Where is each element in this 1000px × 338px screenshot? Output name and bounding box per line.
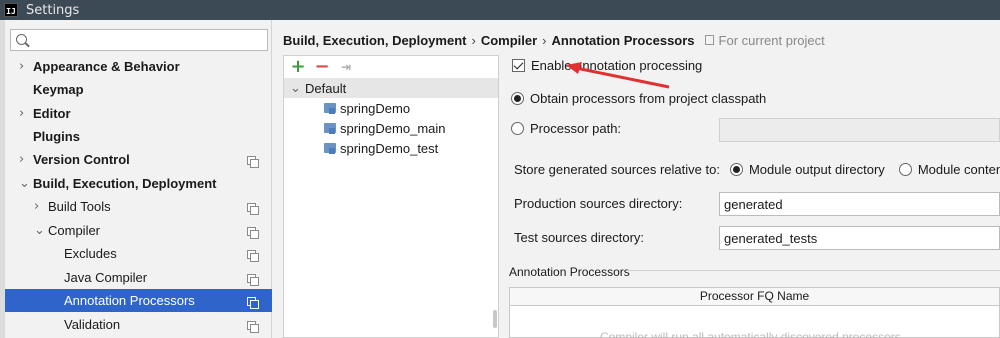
sidebar-item-label: Build, Execution, Deployment [33, 176, 217, 191]
project-scope-icon [247, 295, 259, 309]
project-scope-icon [247, 154, 259, 168]
table-empty-text: Compiler will run all automatically disc… [600, 330, 901, 338]
option-label: Module output directory [748, 162, 885, 177]
option-label: Module content [917, 162, 1000, 177]
sidebar-item-label: Build Tools [48, 199, 111, 214]
breadcrumb-part: Compiler [480, 32, 538, 48]
settings-search-input[interactable] [10, 29, 268, 51]
add-icon[interactable]: + [290, 58, 306, 76]
sidebar-item-plugins[interactable]: Plugins [5, 125, 272, 148]
sidebar-item-label: Appearance & Behavior [33, 59, 180, 74]
processor-path-radio[interactable] [511, 122, 524, 135]
module-folder-icon [324, 103, 336, 114]
store-relative-row: Store generated sources relative to: Mod… [514, 162, 1000, 177]
profile-default[interactable]: ⌄ Default [284, 78, 498, 98]
sidebar-item-java-compiler[interactable]: Java Compiler [5, 266, 272, 289]
window-title: Settings [26, 2, 80, 18]
sidebar-item-keymap[interactable]: Keymap [5, 78, 272, 101]
module-label: springDemo [340, 100, 411, 116]
processor-profiles-panel: + − ⇥ ⌄ Default springDemo springDemo_ma… [283, 55, 499, 338]
profile-label: Default [305, 80, 347, 96]
enable-annotation-processing-checkbox[interactable] [512, 59, 525, 72]
obtain-from-classpath-option[interactable]: Obtain processors from project classpath [511, 91, 766, 106]
breadcrumb-part: Build, Execution, Deployment [283, 32, 467, 48]
obtain-from-classpath-radio[interactable] [511, 92, 524, 105]
page-title: Annotation Processors [551, 32, 695, 48]
breadcrumb-separator: › [542, 32, 547, 48]
option-label: Obtain processors from project classpath [530, 91, 767, 106]
chevron-down-icon[interactable]: ⌄ [19, 176, 30, 191]
processor-path-option[interactable]: Processor path: [511, 121, 621, 136]
test-sources-field[interactable]: generated_tests [719, 226, 1000, 250]
sidebar-item-version-control[interactable]: › Version Control [5, 148, 272, 171]
module-item[interactable]: springDemo_main [284, 118, 498, 138]
option-label: Processor path: [530, 121, 622, 136]
sidebar-item-annotation-processors[interactable]: Annotation Processors [5, 289, 272, 312]
move-to-icon[interactable]: ⇥ [338, 59, 354, 75]
title-bar: IJ Settings [0, 0, 1000, 20]
sidebar-item-label: Version Control [33, 152, 130, 167]
sidebar-item-label: Annotation Processors [64, 293, 195, 308]
profiles-toolbar: + − ⇥ [284, 56, 498, 78]
chevron-down-icon[interactable]: ⌄ [34, 223, 45, 238]
project-scope-icon [247, 319, 259, 333]
section-divider [627, 270, 1000, 271]
module-folder-icon [324, 123, 336, 134]
scope-label: For current project [718, 32, 825, 48]
chevron-right-icon[interactable]: › [19, 59, 24, 74]
sidebar-item-excludes[interactable]: Excludes [5, 242, 272, 265]
sidebar-item-validation[interactable]: Validation [5, 313, 272, 336]
sidebar-item-label: Java Compiler [64, 270, 148, 285]
sidebar-item-appearance-behavior[interactable]: › Appearance & Behavior [5, 55, 272, 78]
project-scope-icon [704, 35, 714, 45]
chevron-down-icon[interactable]: ⌄ [290, 81, 301, 96]
section-title: Annotation Processors [509, 265, 630, 279]
annotation-arrow-icon [566, 62, 670, 89]
breadcrumb-separator: › [471, 32, 476, 48]
module-output-radio[interactable] [729, 163, 743, 176]
production-sources-field[interactable]: generated [719, 192, 1000, 216]
sidebar-item-label: Editor [33, 106, 71, 121]
project-scope-icon [247, 201, 259, 215]
sidebar-item-label: Validation [64, 317, 121, 332]
chevron-right-icon[interactable]: › [34, 199, 39, 214]
sidebar-item-compiler[interactable]: ⌄ Compiler [5, 219, 272, 242]
module-item[interactable]: springDemo_test [284, 138, 498, 158]
intellij-app-icon: IJ [4, 3, 18, 17]
table-header[interactable]: Processor FQ Name [510, 288, 999, 306]
store-relative-label: Store generated sources relative to: [514, 162, 720, 177]
chevron-right-icon[interactable]: › [19, 152, 24, 167]
sidebar-item-label: Compiler [48, 223, 101, 238]
sidebar-item-label: Plugins [33, 129, 80, 144]
production-sources-label: Production sources directory: [514, 196, 683, 211]
project-scope-icon [247, 272, 259, 286]
module-label: springDemo_test [340, 140, 439, 156]
module-item[interactable]: springDemo [284, 98, 498, 118]
module-content-radio[interactable] [898, 163, 912, 176]
breadcrumb: Build, Execution, Deployment › Compiler … [283, 32, 825, 48]
sidebar-item-label: Excludes [64, 246, 117, 261]
test-sources-label: Test sources directory: [514, 230, 645, 245]
scrollbar[interactable] [493, 310, 497, 328]
processor-path-field[interactable] [719, 118, 1000, 142]
search-icon [16, 34, 27, 45]
project-scope-icon [247, 225, 259, 239]
sidebar-item-build-execution-deployment[interactable]: ⌄ Build, Execution, Deployment [5, 172, 272, 195]
sidebar-item-label: Keymap [33, 82, 84, 97]
remove-icon[interactable]: − [314, 58, 330, 76]
background-window-edge [0, 20, 5, 338]
module-label: springDemo_main [340, 120, 446, 136]
processors-table[interactable]: Processor FQ Name Compiler will run all … [509, 287, 1000, 338]
chevron-right-icon[interactable]: › [19, 106, 24, 121]
project-scope-icon [247, 248, 259, 262]
sidebar-item-build-tools[interactable]: › Build Tools [5, 195, 272, 218]
settings-sidebar: › Appearance & Behavior Keymap › Editor … [0, 20, 272, 338]
sidebar-item-editor[interactable]: › Editor [5, 102, 272, 125]
module-folder-icon [324, 143, 336, 154]
